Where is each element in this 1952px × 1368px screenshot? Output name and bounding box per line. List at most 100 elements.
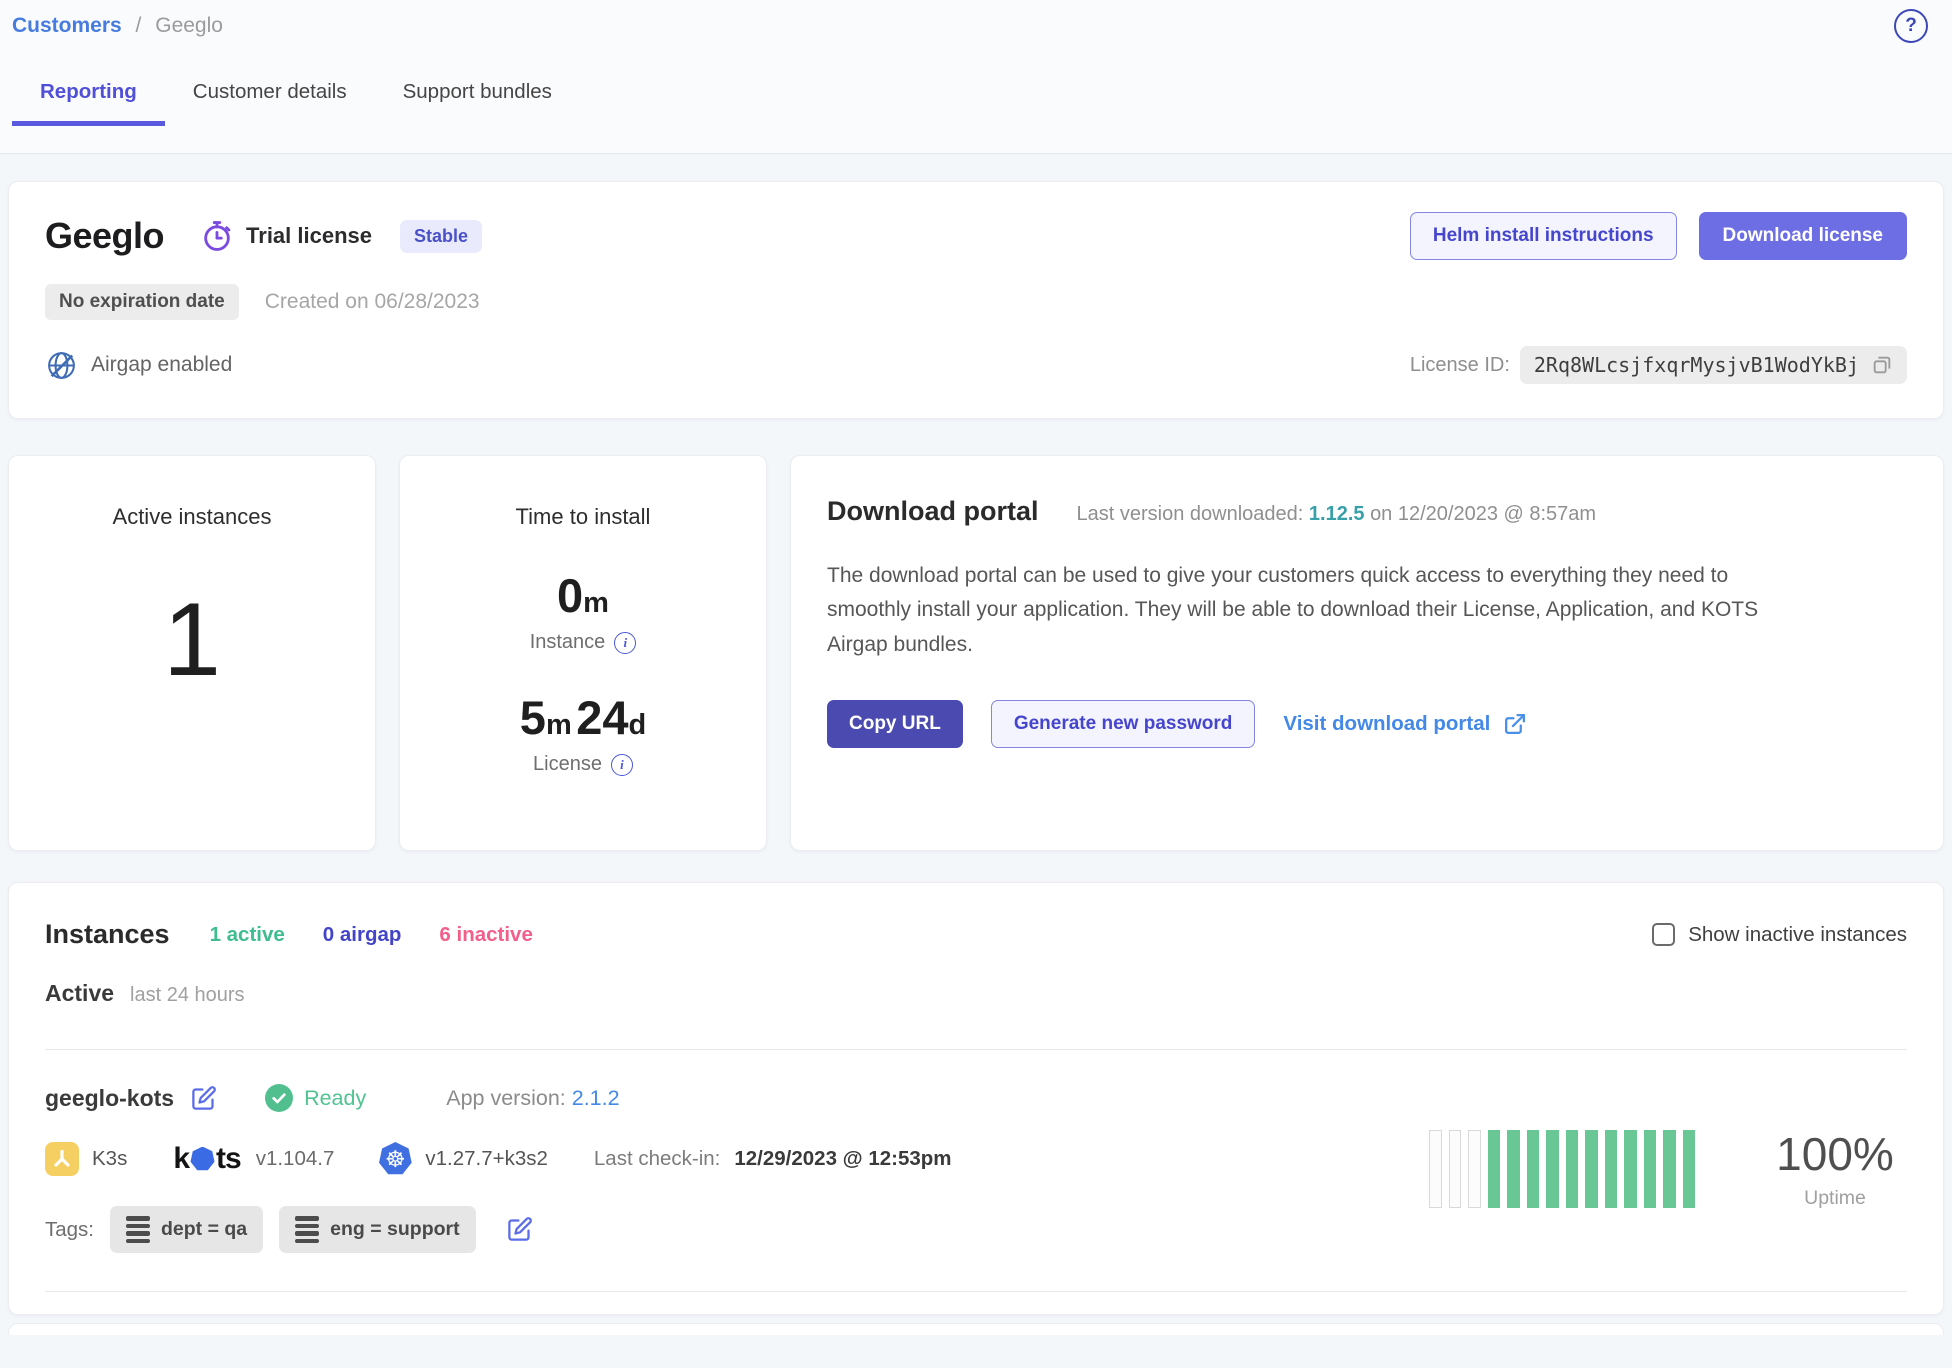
uptime-bar <box>1605 1130 1618 1208</box>
app-version: App version: 2.1.2 <box>446 1086 619 1111</box>
breadcrumb-link-customers[interactable]: Customers <box>12 14 122 37</box>
visit-portal-label: Visit download portal <box>1283 712 1490 736</box>
edit-tags-icon[interactable] <box>506 1216 533 1243</box>
tags-label: Tags: <box>45 1218 94 1242</box>
uptime-bar <box>1663 1130 1676 1208</box>
uptime-bars <box>1429 1130 1695 1208</box>
active-section-range: last 24 hours <box>130 984 245 1007</box>
visit-portal-link[interactable]: Visit download portal <box>1283 712 1527 737</box>
distribution-label: K3s <box>92 1147 127 1171</box>
show-inactive-label: Show inactive instances <box>1688 923 1907 947</box>
instance-time-label: Instance <box>530 631 606 654</box>
license-time-value-1: 5 <box>520 691 546 744</box>
license-time-value-2: 24 <box>576 691 628 744</box>
instance-status: Ready <box>265 1084 366 1112</box>
download-portal-title: Download portal <box>827 496 1039 527</box>
help-icon[interactable]: ? <box>1894 9 1928 43</box>
channel-badge: Stable <box>400 220 482 253</box>
active-instances-card: Active instances 1 <box>8 455 376 851</box>
ready-status-label: Ready <box>304 1086 366 1111</box>
info-icon-instance[interactable]: i <box>614 632 636 654</box>
expiration-badge: No expiration date <box>45 284 239 320</box>
uptime-label: Uptime <box>1765 1187 1905 1210</box>
license-install-time: 5m 24d <box>520 694 646 741</box>
count-airgap[interactable]: 0 airgap <box>323 923 402 947</box>
kots-logo: kts <box>173 1142 240 1176</box>
uptime-bar <box>1527 1130 1540 1208</box>
license-type-label: Trial license <box>246 223 372 249</box>
next-card-sliver <box>8 1323 1944 1335</box>
uptime-panel: 100% Uptime <box>1429 1127 1907 1210</box>
app-version-link[interactable]: 2.1.2 <box>572 1086 620 1110</box>
info-icon-license[interactable]: i <box>611 754 633 776</box>
uptime-bar <box>1429 1130 1442 1208</box>
kubernetes-icon: ☸ <box>378 1142 412 1176</box>
instance-row: geeglo-kots Ready <box>45 1050 1907 1253</box>
show-inactive-checkbox[interactable] <box>1652 923 1675 946</box>
app-version-label: App version: <box>446 1086 566 1110</box>
uptime-percent: 100% <box>1765 1127 1905 1181</box>
download-portal-description: The download portal can be used to give … <box>827 559 1767 662</box>
uptime-bar <box>1488 1130 1501 1208</box>
active-instances-value: 1 <box>163 588 221 692</box>
last-version-link[interactable]: 1.12.5 <box>1309 503 1365 525</box>
topbar: Customers / Geeglo ? Reporting Customer … <box>0 0 1952 154</box>
kots-logo-ts: ts <box>216 1142 241 1176</box>
divider <box>45 1291 1907 1292</box>
instances-card: Instances 1 active 0 airgap 6 inactive S… <box>8 882 1944 1315</box>
license-time-unit-1: m <box>546 709 572 741</box>
uptime-bar <box>1585 1130 1598 1208</box>
copy-url-button[interactable]: Copy URL <box>827 700 963 748</box>
last-checkin-label: Last check-in: <box>594 1147 720 1171</box>
tag-value: eng = support <box>330 1218 459 1241</box>
count-inactive: 6 inactive <box>439 923 532 947</box>
time-to-install-card: Time to install 0m Instance i 5m 24d Lic… <box>399 455 767 851</box>
tag-value: dept = qa <box>161 1218 247 1241</box>
instance-time-unit: m <box>583 587 609 619</box>
tag-chip: dept = qa <box>110 1206 263 1253</box>
tag-chip: eng = support <box>279 1206 475 1253</box>
tab-support-bundles[interactable]: Support bundles <box>375 80 580 125</box>
breadcrumb: Customers / Geeglo <box>10 14 1928 38</box>
breadcrumb-separator: / <box>136 14 142 37</box>
ready-check-icon <box>265 1084 293 1112</box>
license-id-value: 2Rq8WLcsjfxqrMysjvB1WodYkBj <box>1534 353 1859 377</box>
instances-title: Instances <box>45 919 170 950</box>
license-id-chip[interactable]: 2Rq8WLcsjfxqrMysjvB1WodYkBj <box>1520 346 1907 384</box>
license-type: Trial license <box>200 219 372 253</box>
uptime-bar <box>1546 1130 1559 1208</box>
created-date: Created on 06/28/2023 <box>265 290 480 314</box>
active-section-title: Active <box>45 980 114 1007</box>
instance-install-time: 0m <box>557 572 609 619</box>
airgap-status: Airgap enabled <box>45 349 232 382</box>
kots-logo-k: k <box>173 1142 189 1176</box>
customer-reporting-page: Customers / Geeglo ? Reporting Customer … <box>0 0 1952 1368</box>
count-active: 1 active <box>210 923 285 947</box>
uptime-bar <box>1624 1130 1637 1208</box>
customer-card: Geeglo Trial license Stable Helm instal <box>8 181 1944 419</box>
instance-time-value: 0 <box>557 569 583 622</box>
uptime-bar <box>1644 1130 1657 1208</box>
globe-slash-icon <box>45 349 78 382</box>
customer-name: Geeglo <box>45 215 164 257</box>
download-license-button[interactable]: Download license <box>1699 212 1907 260</box>
uptime-bar <box>1507 1130 1520 1208</box>
tab-reporting[interactable]: Reporting <box>12 80 165 125</box>
helm-install-button[interactable]: Helm install instructions <box>1410 212 1677 260</box>
external-link-icon <box>1502 712 1527 737</box>
tag-icon <box>126 1216 150 1243</box>
uptime-bar <box>1468 1130 1481 1208</box>
last-checkin-value: 12/29/2023 @ 12:53pm <box>734 1147 951 1171</box>
license-time-unit-2: d <box>628 709 646 741</box>
last-version-date: on 12/20/2023 @ 8:57am <box>1370 503 1596 525</box>
license-id-label: License ID: <box>1410 354 1510 377</box>
generate-password-button[interactable]: Generate new password <box>991 700 1256 748</box>
tab-customer-details[interactable]: Customer details <box>165 80 375 125</box>
timer-icon <box>200 219 234 253</box>
uptime-bar <box>1683 1130 1696 1208</box>
last-version-label: Last version downloaded: <box>1077 503 1304 525</box>
last-checkin: Last check-in: 12/29/2023 @ 12:53pm <box>594 1147 952 1171</box>
instance-name: geeglo-kots <box>45 1085 174 1112</box>
copy-icon[interactable] <box>1871 354 1893 376</box>
edit-instance-icon[interactable] <box>190 1085 217 1112</box>
